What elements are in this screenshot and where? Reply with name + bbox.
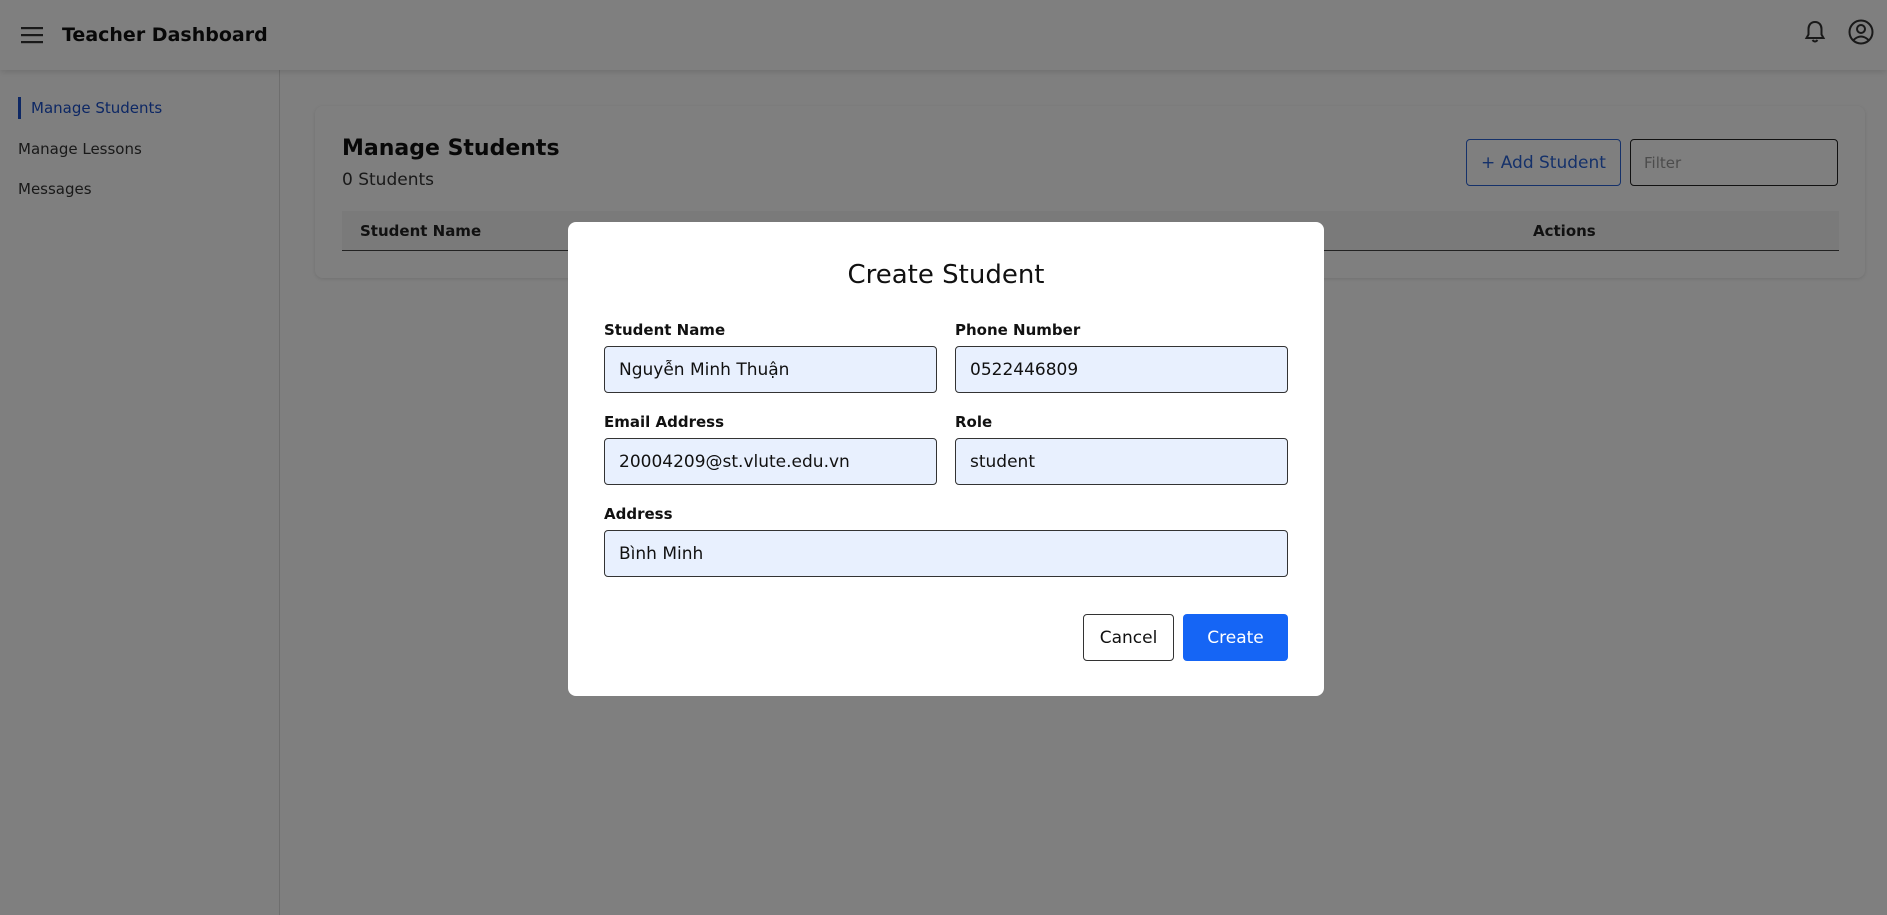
email-address-field[interactable]	[604, 438, 937, 485]
address-field[interactable]	[604, 530, 1288, 577]
phone-number-label: Phone Number	[955, 321, 1081, 339]
cancel-button[interactable]: Cancel	[1083, 614, 1174, 661]
phone-number-field[interactable]	[955, 346, 1288, 393]
dialog-title: Create Student	[847, 260, 1045, 290]
student-name-field[interactable]	[604, 346, 937, 393]
email-address-label: Email Address	[604, 413, 725, 431]
student-name-label: Student Name	[604, 321, 726, 339]
create-student-dialog: Create Student Student Name Phone Number…	[568, 222, 1324, 696]
address-label: Address	[604, 505, 673, 523]
role-field[interactable]	[955, 438, 1288, 485]
create-button[interactable]: Create	[1183, 614, 1288, 661]
role-label: Role	[955, 413, 993, 431]
